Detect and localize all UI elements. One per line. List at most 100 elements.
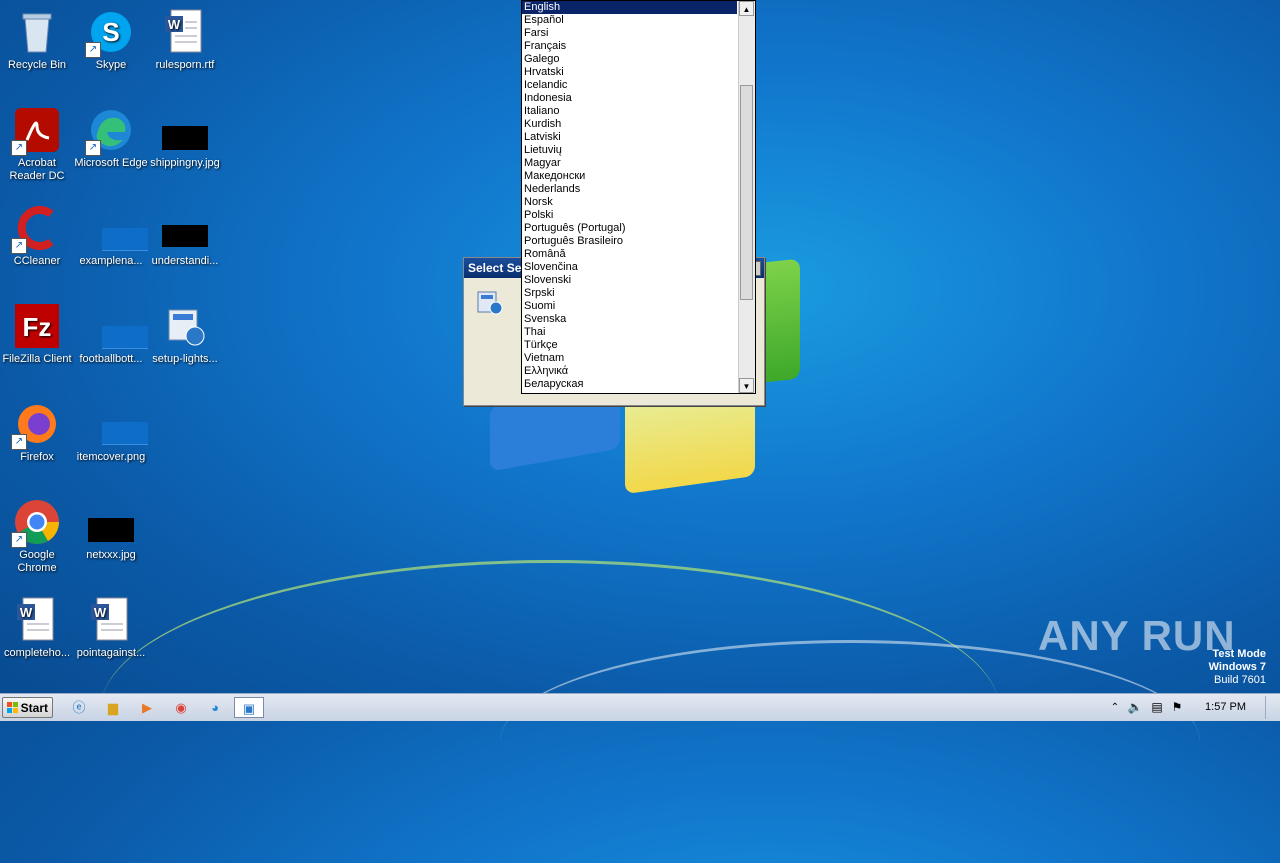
watermark-line2: Windows 7 (1208, 661, 1266, 673)
language-option[interactable]: Македонски (522, 170, 737, 183)
chrome-taskbar-icon[interactable]: ◉ (170, 697, 192, 718)
desktop-icon-acrobat[interactable]: ↗ Acrobat Reader DC (0, 106, 74, 183)
desktop-icon-label: completeho... (3, 647, 71, 659)
image-thumbnail-icon (161, 106, 209, 154)
volume-icon[interactable]: 🔈 (1126, 697, 1144, 718)
desktop-icon-rulesporn[interactable]: W rulesporn.rtf (148, 8, 222, 72)
desktop-icon-label: Recycle Bin (7, 59, 67, 71)
language-option[interactable]: Suomi (522, 300, 737, 313)
chrome-icon: ↗ (11, 498, 61, 548)
language-option[interactable]: Lietuvių (522, 144, 737, 157)
acrobat-reader-icon: ↗ (11, 106, 61, 156)
language-option[interactable]: Vietnam (522, 352, 737, 365)
language-option[interactable]: Polski (522, 209, 737, 222)
desktop-icon-understandi[interactable]: understandi... (148, 204, 222, 268)
language-option[interactable]: Italiano (522, 105, 737, 118)
desktop-icon-ccleaner[interactable]: ↗ CCleaner (0, 204, 74, 268)
svg-text:S: S (102, 17, 119, 47)
wallpaper-swoosh (500, 640, 1200, 843)
desktop-icon-filezilla[interactable]: Fz FileZilla Client (0, 302, 74, 366)
start-button[interactable]: Start (2, 697, 53, 718)
installer-icon (161, 302, 209, 350)
language-option[interactable]: English (522, 1, 737, 14)
language-option[interactable]: Farsi (522, 27, 737, 40)
language-option[interactable]: Slovenčina (522, 261, 737, 274)
desktop-icon-footballbott[interactable]: footballbott... (74, 302, 148, 366)
desktop-icon-examplena[interactable]: examplena... (74, 204, 148, 268)
shortcut-arrow-icon: ↗ (11, 238, 27, 254)
file-thumbnail-icon (87, 204, 148, 252)
language-list[interactable]: English Español Farsi Français Galego Hrvatsk… (522, 1, 737, 391)
desktop-icon-label: footballbott... (79, 353, 143, 365)
language-option[interactable]: Latviski (522, 131, 737, 144)
desktop-icon-chrome[interactable]: ↗ Google Chrome (0, 498, 74, 575)
language-option[interactable]: Srpski (522, 287, 737, 300)
clock[interactable]: 1:57 PM (1205, 694, 1246, 721)
svg-text:W: W (20, 605, 33, 620)
language-dropdown-list[interactable]: English Español Farsi Français Galego Hrvatsk… (521, 0, 756, 394)
language-option[interactable]: Indonesia (522, 92, 737, 105)
desktop-icon-label: Acrobat Reader DC (9, 157, 65, 182)
show-hidden-icons-button[interactable]: ⌃ (1108, 697, 1122, 718)
desktop-icon-firefox[interactable]: ↗ Firefox (0, 400, 74, 464)
desktop-icon-completeho[interactable]: W completeho... (0, 596, 74, 660)
desktop-icon-label: Skype (95, 59, 127, 71)
anyrun-logo-text: ANY RUN (1038, 612, 1236, 659)
windows-watermark: Test Mode Windows 7 Build 7601 (1209, 648, 1266, 687)
internet-explorer-taskbar-icon[interactable]: ⓔ (68, 697, 90, 718)
language-option[interactable]: Slovenski (522, 274, 737, 287)
language-option[interactable]: Icelandic (522, 79, 737, 92)
word-document-icon: W (161, 8, 209, 56)
desktop-icon-skype[interactable]: S ↗ Skype (74, 8, 148, 72)
language-option[interactable]: Português Brasileiro (522, 235, 737, 248)
language-option[interactable]: Română (522, 248, 737, 261)
dropdown-scrollbar[interactable]: ▲ ▼ (738, 1, 755, 393)
edge-icon: ↗ (85, 106, 135, 156)
language-option[interactable]: Norsk (522, 196, 737, 209)
language-option[interactable]: Français (522, 40, 737, 53)
image-thumbnail-icon (87, 498, 135, 546)
desktop-icon-shippingny[interactable]: shippingny.jpg (148, 106, 222, 170)
desktop-icon-label: understandi... (151, 255, 219, 267)
setup-icon (476, 288, 504, 316)
language-option[interactable]: Svenska (522, 313, 737, 326)
desktop-icon-edge[interactable]: ↗ Microsoft Edge (74, 106, 148, 170)
language-option[interactable]: Беларуская (522, 378, 737, 391)
network-icon[interactable]: ▤ (1148, 697, 1166, 718)
desktop-icon-netxxx[interactable]: netxxx.jpg (74, 498, 148, 562)
language-option[interactable]: Nederlands (522, 183, 737, 196)
scroll-down-button[interactable]: ▼ (739, 378, 754, 393)
firefox-icon: ↗ (11, 400, 61, 450)
language-option[interactable]: Português (Portugal) (522, 222, 737, 235)
filezilla-icon: Fz (13, 302, 61, 350)
desktop-icon-itemcover[interactable]: itemcover.png (74, 400, 148, 464)
language-option[interactable]: Magyar (522, 157, 737, 170)
desktop-icon-pointagainst[interactable]: W pointagainst... (74, 596, 148, 660)
language-option[interactable]: Galego (522, 53, 737, 66)
desktop-icon-label: Firefox (20, 451, 54, 463)
scrollbar-thumb[interactable] (740, 85, 753, 300)
shortcut-arrow-icon: ↗ (85, 140, 101, 156)
language-option[interactable]: Türkçe (522, 339, 737, 352)
language-option[interactable]: Español (522, 14, 737, 27)
file-explorer-taskbar-icon[interactable]: ▆ (102, 697, 124, 718)
desktop-icon-setup-lights[interactable]: setup-lights... (148, 302, 222, 366)
word-document-icon: W (13, 596, 61, 644)
system-tray: ⌃ 🔈 ▤ ⚑ 1:57 PM (1104, 694, 1280, 721)
language-option[interactable]: Thai (522, 326, 737, 339)
skype-icon: S ↗ (85, 8, 135, 58)
setup-taskbar-icon[interactable]: ▣ (234, 697, 264, 718)
svg-text:W: W (168, 17, 181, 32)
show-desktop-button[interactable] (1265, 696, 1280, 719)
desktop-icon-recycle-bin[interactable]: Recycle Bin (0, 8, 74, 72)
media-player-taskbar-icon[interactable]: ▶ (136, 697, 158, 718)
language-option[interactable]: Hrvatski (522, 66, 737, 79)
action-center-flag-icon[interactable]: ⚑ (1168, 697, 1186, 718)
edge-taskbar-icon[interactable]: ◕ (204, 697, 226, 718)
scroll-up-button[interactable]: ▲ (739, 1, 754, 16)
language-option[interactable]: Ελληνικά (522, 365, 737, 378)
language-option[interactable]: Kurdish (522, 118, 737, 131)
desktop-icon-label: rulesporn.rtf (155, 59, 215, 71)
desktop-icon-label: FileZilla Client (2, 353, 72, 365)
desktop-icon-label: pointagainst... (76, 647, 146, 659)
